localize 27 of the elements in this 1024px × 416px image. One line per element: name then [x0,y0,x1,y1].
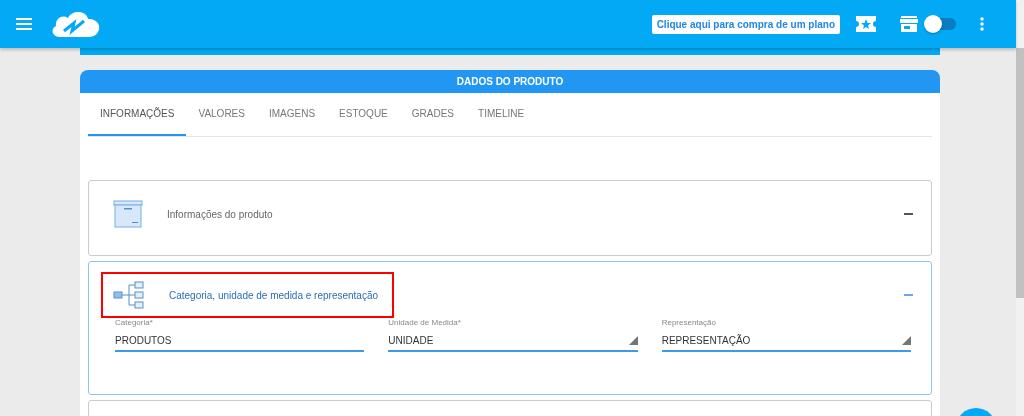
buy-plan-button[interactable]: Clique aqui para compra de um plano [651,14,840,34]
tab[interactable]: ESTOQUE [327,93,400,136]
tab[interactable]: VALORES [186,93,257,136]
store-icon[interactable] [900,16,918,32]
box-icon [113,200,143,228]
cloud-logo-icon[interactable] [50,9,102,39]
menu-icon[interactable] [16,18,32,30]
tab[interactable]: GRADES [399,93,467,136]
hierarchy-icon [113,281,145,309]
select-field[interactable]: UNIDADE [388,335,638,352]
tab[interactable]: TIMELINE [466,93,537,136]
dropdown-icon [628,336,638,345]
field-label: Unidade de Medida* [388,318,462,327]
field-label: Categoria* [115,318,154,327]
tab[interactable]: IMAGENS [256,93,328,136]
select-field[interactable]: REPRESENTAÇÃO [661,335,911,352]
dropdown-icon [902,336,911,345]
panel-title[interactable]: Informações do produto [167,208,273,220]
panel-title[interactable]: Categoria, unidade de medida e representação [169,289,379,301]
card-header: DADOS DO PRODUTO [80,70,940,93]
ticket-star-icon[interactable] [856,16,876,32]
tab[interactable]: INFORMAÇÕES [88,93,187,136]
input-field[interactable]: PRODUTOS [115,335,365,352]
field-label: Representação [661,318,717,327]
toggle-switch[interactable] [926,18,956,30]
scrollbar[interactable] [1016,0,1024,416]
more-icon[interactable] [980,17,984,31]
